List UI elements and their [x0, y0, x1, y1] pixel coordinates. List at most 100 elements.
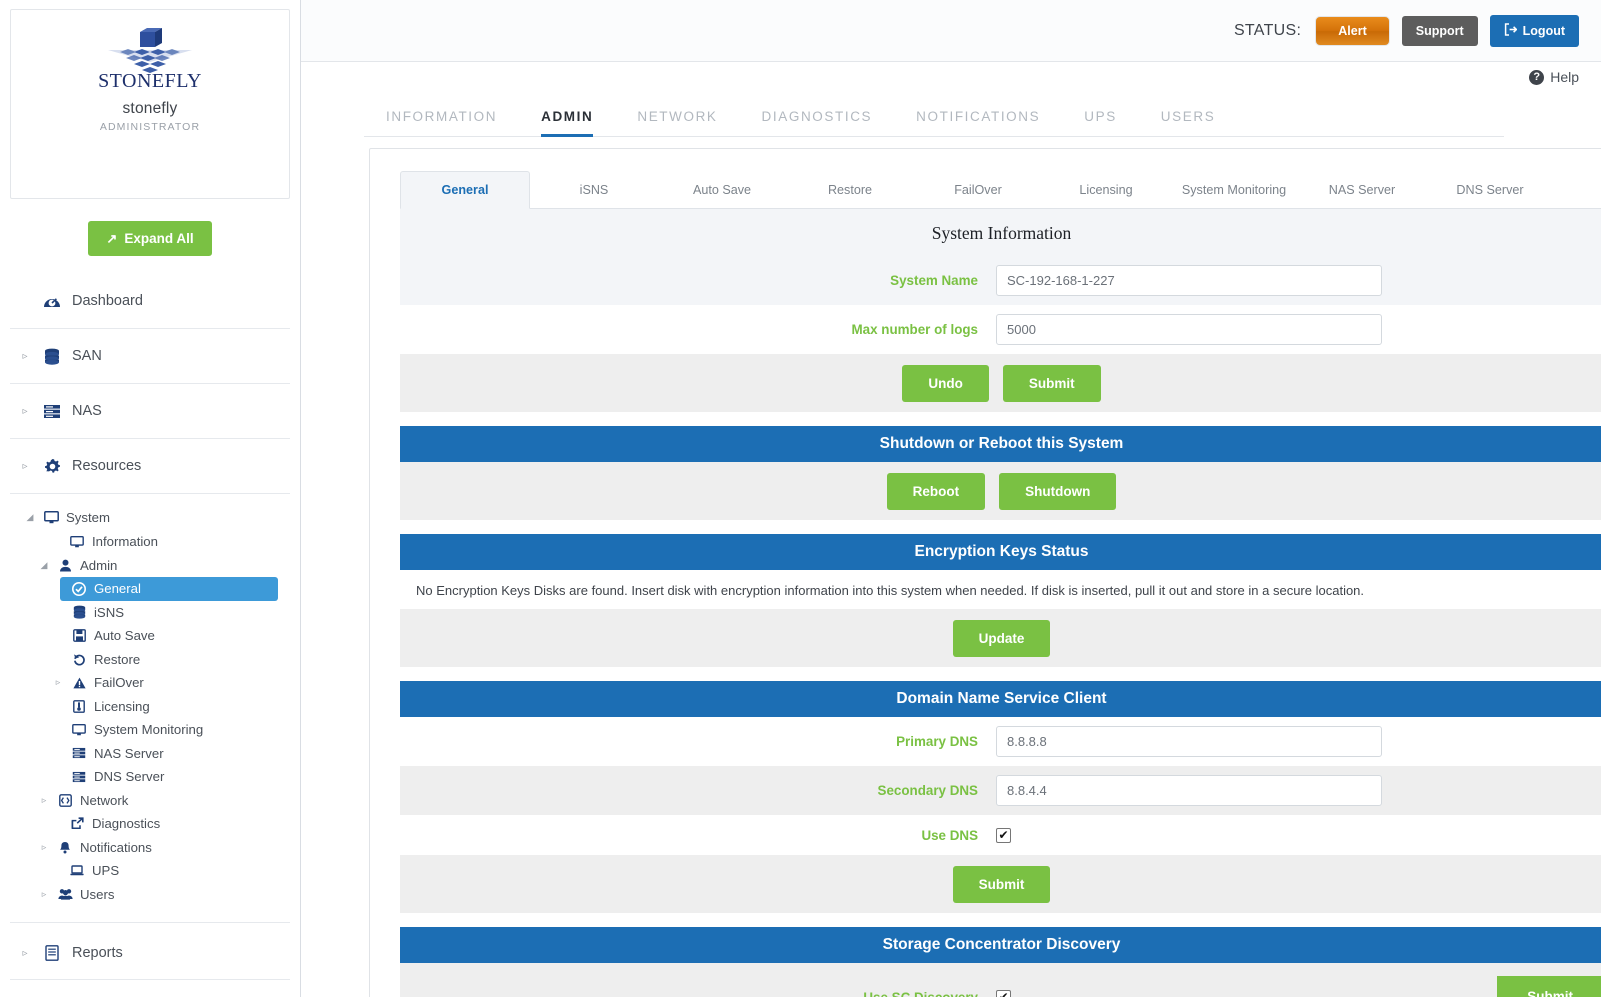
- use-dns-label: Use DNS: [921, 827, 978, 843]
- sidebar-item-label: DNS Server: [94, 769, 165, 785]
- sc-discovery-row: Use SC Discovery ✔ Submit: [400, 963, 1601, 997]
- monitor-icon: [70, 723, 88, 736]
- chevron-right-icon[interactable]: ▹: [52, 677, 64, 688]
- use-sc-discovery-checkbox[interactable]: ✔: [996, 989, 1011, 997]
- sidebar-item-label: Reports: [72, 945, 123, 961]
- sidebar-item-failover[interactable]: ▹ FailOver: [0, 671, 290, 695]
- network-icon: [56, 793, 74, 807]
- chevron-right-icon[interactable]: ▹: [38, 842, 50, 853]
- sidebar-item-dashboard[interactable]: ▹ Dashboard: [0, 274, 300, 328]
- secondary-dns-input[interactable]: [996, 775, 1382, 806]
- chevron-right-icon[interactable]: ▹: [18, 351, 32, 362]
- sidebar-item-label: Diagnostics: [92, 816, 161, 832]
- undo-button[interactable]: Undo: [902, 364, 989, 402]
- subtab-licensing[interactable]: Licensing: [1042, 171, 1170, 208]
- support-button[interactable]: Support: [1401, 15, 1478, 46]
- system-name-label: System Name: [890, 273, 978, 288]
- sidebar-item-nas[interactable]: ▹ NAS: [0, 384, 300, 438]
- svg-text:STONEFLY: STONEFLY: [98, 70, 202, 90]
- sidebar-item-users[interactable]: ▹ Users: [0, 883, 290, 907]
- tab-ups[interactable]: UPS: [1062, 109, 1139, 136]
- help-link[interactable]: ? Help: [1529, 69, 1579, 85]
- sidebar-item-general[interactable]: General: [60, 577, 278, 601]
- primary-dns-input[interactable]: [996, 726, 1382, 757]
- submit-system-information-button[interactable]: Submit: [1002, 364, 1101, 402]
- monitor-icon: [68, 535, 86, 548]
- system-tree: ◢ System ▹ Information ◢: [0, 494, 300, 912]
- spacer: [400, 667, 1601, 681]
- sidebar-item-reports[interactable]: ▹ Reports: [0, 927, 300, 979]
- reboot-button[interactable]: Reboot: [886, 472, 986, 510]
- encryption-keys-title: Encryption Keys Status: [400, 534, 1601, 570]
- sidebar-item-dns-server[interactable]: DNS Server: [0, 765, 290, 789]
- chevron-right-icon[interactable]: ▹: [38, 795, 50, 806]
- subtab-restore[interactable]: Restore: [786, 171, 914, 208]
- server-rack-icon: [70, 747, 88, 759]
- max-logs-label: Max number of logs: [851, 322, 978, 337]
- subtab-nas-server[interactable]: NAS Server: [1298, 171, 1426, 208]
- sidebar-item-system[interactable]: ◢ System: [0, 504, 290, 530]
- sidebar-item-san[interactable]: ▹ SAN: [0, 329, 300, 383]
- sidebar-item-restore[interactable]: Restore: [0, 648, 290, 672]
- tab-network[interactable]: NETWORK: [615, 109, 739, 136]
- sidebar-item-admin[interactable]: ◢ Admin: [0, 554, 290, 578]
- sidebar-item-notifications[interactable]: ▹ Notifications: [0, 836, 290, 860]
- tab-notifications[interactable]: NOTIFICATIONS: [894, 109, 1062, 136]
- content-panel: General iSNS Auto Save Restore FailOver …: [369, 148, 1601, 997]
- submit-sc-discovery-button[interactable]: Submit: [1497, 976, 1601, 997]
- stonefly-pyramid-logo: STONEFLY: [90, 28, 210, 92]
- sidebar-item-auto-save[interactable]: Auto Save: [0, 624, 290, 648]
- alert-status-button[interactable]: Alert: [1315, 15, 1390, 46]
- sidebar-item-label: System Monitoring: [94, 722, 204, 738]
- dashboard-gauge-icon: [41, 292, 63, 310]
- sidebar-item-isns[interactable]: iSNS: [0, 601, 290, 625]
- divider: [10, 979, 290, 980]
- expand-all-button[interactable]: ↗ Expand All: [88, 221, 212, 256]
- submit-dns-button[interactable]: Submit: [952, 865, 1051, 903]
- sidebar-item-ups[interactable]: ▹ UPS: [0, 859, 290, 883]
- tab-information[interactable]: INFORMATION: [364, 109, 519, 136]
- database-stack-icon: [41, 347, 63, 365]
- sidebar-item-information[interactable]: ▹ Information: [0, 530, 290, 554]
- encryption-keys-message: No Encryption Keys Disks are found. Inse…: [400, 570, 1601, 609]
- brand-card: STONEFLY stonefly ADMINISTRATOR: [10, 9, 290, 199]
- tab-admin[interactable]: ADMIN: [519, 109, 615, 137]
- update-button[interactable]: Update: [952, 619, 1051, 657]
- monitor-icon: [42, 510, 60, 524]
- system-name-input[interactable]: [996, 265, 1382, 296]
- sidebar-item-label: Licensing: [94, 698, 150, 714]
- tab-diagnostics[interactable]: DIAGNOSTICS: [740, 109, 895, 136]
- chevron-down-icon[interactable]: ◢: [38, 560, 50, 571]
- subtab-dns-server[interactable]: DNS Server: [1426, 171, 1554, 208]
- subtab-system-monitoring[interactable]: System Monitoring: [1170, 171, 1298, 208]
- sidebar-item-resources[interactable]: ▹ Resources: [0, 439, 300, 493]
- sidebar-item-licensing[interactable]: Licensing: [0, 695, 290, 719]
- system-information-actions: Undo Submit: [400, 354, 1601, 412]
- subtab-failover[interactable]: FailOver: [914, 171, 1042, 208]
- sc-discovery-title: Storage Concentrator Discovery: [400, 927, 1601, 963]
- subtab-general[interactable]: General: [400, 171, 530, 209]
- external-link-icon: [68, 817, 86, 830]
- primary-nav: ▹ Dashboard ▹ SAN ▹ NAS: [0, 274, 300, 980]
- sidebar-item-system-monitoring[interactable]: System Monitoring: [0, 718, 290, 742]
- chevron-down-icon[interactable]: ◢: [24, 512, 36, 523]
- chevron-right-icon[interactable]: ▹: [38, 889, 50, 900]
- subtab-auto-save[interactable]: Auto Save: [658, 171, 786, 208]
- bell-icon: [56, 841, 74, 854]
- max-logs-input[interactable]: [996, 314, 1382, 345]
- chevron-right-icon[interactable]: ▹: [18, 461, 32, 472]
- sidebar-item-network[interactable]: ▹ Network: [0, 789, 290, 813]
- brand-user: stonefly: [122, 100, 178, 117]
- tab-users[interactable]: USERS: [1139, 109, 1238, 136]
- subtab-isns[interactable]: iSNS: [530, 171, 658, 208]
- use-sc-discovery-label: Use SC Discovery: [863, 989, 978, 997]
- logout-button[interactable]: Logout: [1489, 14, 1579, 47]
- shutdown-button[interactable]: Shutdown: [999, 472, 1117, 510]
- top-status-bar: STATUS: Alert Support Logout: [301, 0, 1601, 62]
- sidebar-item-diagnostics[interactable]: ▹ Diagnostics: [0, 812, 290, 836]
- sidebar-item-nas-server[interactable]: NAS Server: [0, 742, 290, 766]
- chevron-right-icon[interactable]: ▹: [18, 948, 32, 959]
- use-dns-checkbox[interactable]: ✔: [996, 827, 1011, 843]
- sidebar-item-label: Resources: [72, 458, 142, 474]
- chevron-right-icon[interactable]: ▹: [18, 406, 32, 417]
